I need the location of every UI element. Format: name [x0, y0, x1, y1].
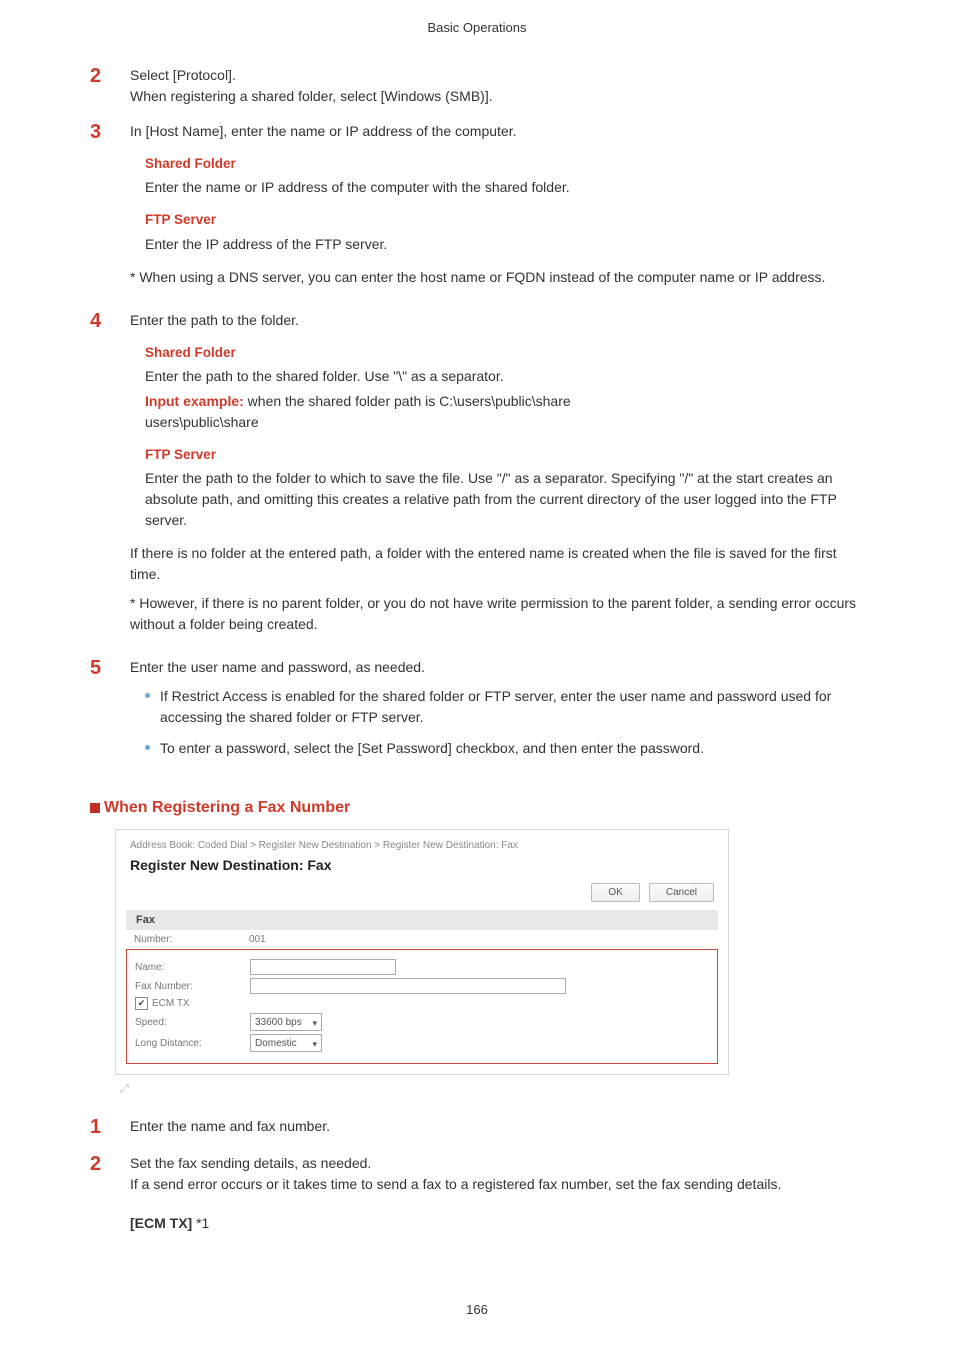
list-item: To enter a password, select the [Set Pas… [145, 738, 864, 759]
step-text: Enter the path to the folder. [130, 310, 864, 331]
step-number: 2 [90, 65, 130, 107]
expand-icon[interactable]: ⤢ [120, 1083, 864, 1096]
ecm-tx-label: ECM TX [152, 998, 190, 1009]
speed-select[interactable]: 33600 bps ▾ [250, 1013, 322, 1031]
sub-heading-ftp-server: FTP Server [145, 210, 864, 230]
step-text: Select [Protocol]. [130, 65, 864, 86]
step-extra: If there is no folder at the entered pat… [130, 543, 864, 585]
step-2: 2 Select [Protocol]. When registering a … [90, 65, 864, 107]
step-text: If a send error occurs or it takes time … [130, 1174, 864, 1195]
sub-heading-ftp-server: FTP Server [145, 445, 864, 465]
step-text: In [Host Name], enter the name or IP add… [130, 121, 864, 142]
fax-ui-screenshot: Address Book: Coded Dial > Register New … [115, 829, 729, 1075]
number-value: 001 [249, 934, 266, 945]
sub-body: Enter the IP address of the FTP server. [145, 234, 864, 255]
sub-body: Enter the path to the folder to which to… [145, 468, 864, 531]
step-note: * When using a DNS server, you can enter… [130, 267, 864, 288]
fax-form-highlight: Name: Fax Number: ✔ ECM TX Speed: 33600 … [126, 949, 718, 1064]
chevron-down-icon: ▾ [312, 1018, 317, 1029]
sub-heading-shared-folder: Shared Folder [145, 154, 864, 174]
square-icon [90, 803, 100, 813]
long-distance-value: Domestic [255, 1038, 297, 1049]
input-example-line2: users\public\share [145, 412, 864, 433]
input-example-label: Input example: [145, 393, 244, 409]
sub-heading-shared-folder: Shared Folder [145, 343, 864, 363]
long-distance-label: Long Distance: [135, 1038, 250, 1049]
name-label: Name: [135, 962, 250, 973]
bullet-text: To enter a password, select the [Set Pas… [160, 738, 704, 759]
step-number: 5 [90, 657, 130, 769]
tab-fax[interactable]: Fax [126, 910, 718, 930]
step-4: 4 Enter the path to the folder. Shared F… [90, 310, 864, 644]
page-header: Basic Operations [90, 20, 864, 35]
step-5: 5 Enter the user name and password, as n… [90, 657, 864, 769]
ecm-tx-checkbox[interactable]: ✔ [135, 997, 148, 1010]
step-number: 3 [90, 121, 130, 296]
section-title: When Registering a Fax Number [104, 799, 350, 817]
speed-value: 33600 bps [255, 1017, 302, 1028]
ok-button[interactable]: OK [591, 883, 639, 902]
step-text: Set the fax sending details, as needed. [130, 1153, 864, 1174]
step-number: 1 [90, 1116, 130, 1139]
chevron-down-icon: ▾ [312, 1039, 317, 1050]
name-input[interactable] [250, 959, 396, 975]
bullet-icon [145, 745, 150, 750]
input-example-text: when the shared folder path is C:\users\… [244, 393, 571, 409]
step-extra: * However, if there is no parent folder,… [130, 593, 864, 635]
number-label: Number: [134, 934, 249, 945]
step-number: 4 [90, 310, 130, 644]
step-text: When registering a shared folder, select… [130, 86, 864, 107]
long-distance-select[interactable]: Domestic ▾ [250, 1034, 322, 1052]
step-text: Enter the name and fax number. [130, 1116, 864, 1137]
step-b1: 1 Enter the name and fax number. [90, 1116, 864, 1139]
sub-body: Enter the path to the shared folder. Use… [145, 366, 864, 387]
cancel-button[interactable]: Cancel [649, 883, 714, 902]
section-heading: When Registering a Fax Number [90, 799, 864, 817]
fax-number-input[interactable] [250, 978, 566, 994]
ecm-tx-suffix: *1 [192, 1215, 209, 1231]
ecm-tx-bold: [ECM TX] [130, 1215, 192, 1231]
ui-title: Register New Destination: Fax [116, 857, 728, 883]
breadcrumb: Address Book: Coded Dial > Register New … [116, 830, 728, 857]
list-item: If Restrict Access is enabled for the sh… [145, 686, 864, 728]
fax-number-label: Fax Number: [135, 981, 250, 992]
page-number: 166 [90, 1302, 864, 1317]
step-number: 2 [90, 1153, 130, 1242]
sub-body: Enter the name or IP address of the comp… [145, 177, 864, 198]
step-3: 3 In [Host Name], enter the name or IP a… [90, 121, 864, 296]
step-text: Enter the user name and password, as nee… [130, 657, 864, 678]
step-b2: 2 Set the fax sending details, as needed… [90, 1153, 864, 1242]
speed-label: Speed: [135, 1017, 250, 1028]
bullet-icon [145, 693, 150, 698]
bullet-text: If Restrict Access is enabled for the sh… [160, 686, 864, 728]
